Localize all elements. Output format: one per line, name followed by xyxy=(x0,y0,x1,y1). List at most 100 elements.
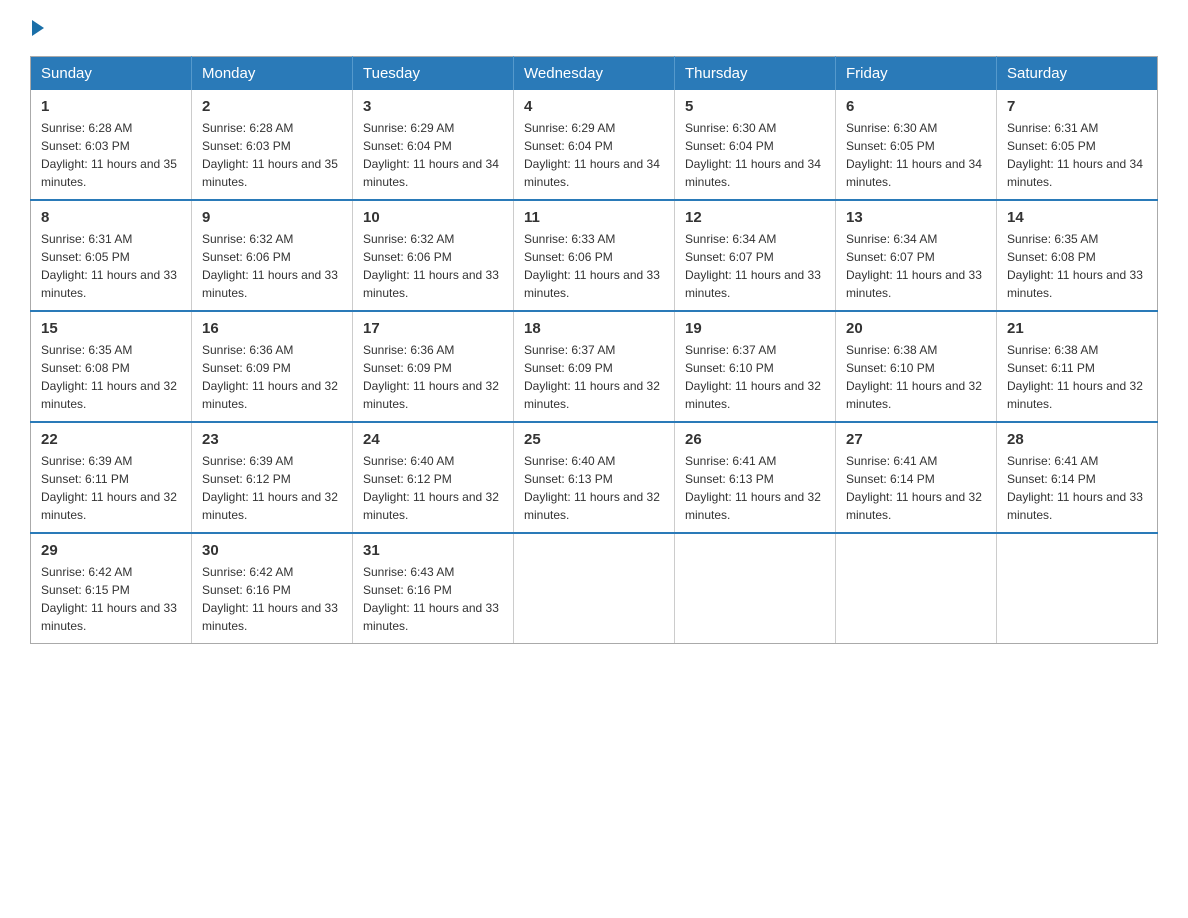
weekday-header-saturday: Saturday xyxy=(997,57,1158,91)
day-number: 13 xyxy=(846,209,986,226)
day-number: 8 xyxy=(41,209,181,226)
day-number: 30 xyxy=(202,542,342,559)
day-number: 18 xyxy=(524,320,664,337)
calendar-day-cell: 5 Sunrise: 6:30 AMSunset: 6:04 PMDaylight… xyxy=(675,90,836,200)
day-number: 28 xyxy=(1007,431,1147,448)
day-number: 12 xyxy=(685,209,825,226)
calendar-day-cell xyxy=(997,533,1158,644)
calendar-week-row: 8 Sunrise: 6:31 AMSunset: 6:05 PMDaylight… xyxy=(31,200,1158,311)
weekday-header-sunday: Sunday xyxy=(31,57,192,91)
day-info: Sunrise: 6:30 AMSunset: 6:05 PMDaylight:… xyxy=(846,119,986,191)
calendar-day-cell: 15Sunrise: 6:35 AMSunset: 6:08 PMDayligh… xyxy=(31,311,192,422)
day-number: 3 xyxy=(363,98,503,115)
calendar-day-cell: 25 Sunrise: 6:40 AMSunset: 6:13 PMDayligh… xyxy=(514,422,675,533)
calendar-day-cell: 29 Sunrise: 6:42 AMSunset: 6:15 PMDayligh… xyxy=(31,533,192,644)
day-number: 10 xyxy=(363,209,503,226)
calendar-day-cell: 21 Sunrise: 6:38 AMSunset: 6:11 PMDayligh… xyxy=(997,311,1158,422)
calendar-day-cell: 11 Sunrise: 6:33 AMSunset: 6:06 PMDayligh… xyxy=(514,200,675,311)
day-number: 21 xyxy=(1007,320,1147,337)
day-info: Sunrise: 6:39 AMSunset: 6:11 PMDaylight:… xyxy=(41,452,181,524)
weekday-header-monday: Monday xyxy=(192,57,353,91)
day-info: Sunrise: 6:38 AMSunset: 6:10 PMDaylight:… xyxy=(846,341,986,413)
weekday-header-thursday: Thursday xyxy=(675,57,836,91)
day-info: Sunrise: 6:37 AMSunset: 6:09 PMDaylight:… xyxy=(524,341,664,413)
calendar-day-cell: 22 Sunrise: 6:39 AMSunset: 6:11 PMDayligh… xyxy=(31,422,192,533)
day-info: Sunrise: 6:28 AMSunset: 6:03 PMDaylight:… xyxy=(202,119,342,191)
day-number: 15 xyxy=(41,320,181,337)
day-number: 24 xyxy=(363,431,503,448)
day-info: Sunrise: 6:43 AMSunset: 6:16 PMDaylight:… xyxy=(363,563,503,635)
day-info: Sunrise: 6:31 AMSunset: 6:05 PMDaylight:… xyxy=(1007,119,1147,191)
logo xyxy=(30,20,46,36)
day-number: 19 xyxy=(685,320,825,337)
day-info: Sunrise: 6:29 AMSunset: 6:04 PMDaylight:… xyxy=(524,119,664,191)
calendar-week-row: 22 Sunrise: 6:39 AMSunset: 6:11 PMDayligh… xyxy=(31,422,1158,533)
day-info: Sunrise: 6:37 AMSunset: 6:10 PMDaylight:… xyxy=(685,341,825,413)
calendar-day-cell: 2 Sunrise: 6:28 AMSunset: 6:03 PMDaylight… xyxy=(192,90,353,200)
day-number: 20 xyxy=(846,320,986,337)
calendar-table: SundayMondayTuesdayWednesdayThursdayFrid… xyxy=(30,56,1158,644)
day-info: Sunrise: 6:38 AMSunset: 6:11 PMDaylight:… xyxy=(1007,341,1147,413)
calendar-day-cell: 1 Sunrise: 6:28 AMSunset: 6:03 PMDaylight… xyxy=(31,90,192,200)
day-info: Sunrise: 6:36 AMSunset: 6:09 PMDaylight:… xyxy=(202,341,342,413)
calendar-day-cell xyxy=(836,533,997,644)
day-info: Sunrise: 6:41 AMSunset: 6:13 PMDaylight:… xyxy=(685,452,825,524)
day-info: Sunrise: 6:30 AMSunset: 6:04 PMDaylight:… xyxy=(685,119,825,191)
day-number: 14 xyxy=(1007,209,1147,226)
weekday-header-wednesday: Wednesday xyxy=(514,57,675,91)
day-number: 23 xyxy=(202,431,342,448)
calendar-day-cell: 8 Sunrise: 6:31 AMSunset: 6:05 PMDaylight… xyxy=(31,200,192,311)
calendar-day-cell xyxy=(514,533,675,644)
calendar-day-cell: 27Sunrise: 6:41 AMSunset: 6:14 PMDayligh… xyxy=(836,422,997,533)
calendar-week-row: 15Sunrise: 6:35 AMSunset: 6:08 PMDayligh… xyxy=(31,311,1158,422)
day-info: Sunrise: 6:29 AMSunset: 6:04 PMDaylight:… xyxy=(363,119,503,191)
calendar-day-cell: 7 Sunrise: 6:31 AMSunset: 6:05 PMDaylight… xyxy=(997,90,1158,200)
day-info: Sunrise: 6:32 AMSunset: 6:06 PMDaylight:… xyxy=(202,230,342,302)
day-number: 29 xyxy=(41,542,181,559)
calendar-day-cell: 28Sunrise: 6:41 AMSunset: 6:14 PMDayligh… xyxy=(997,422,1158,533)
calendar-day-cell: 18 Sunrise: 6:37 AMSunset: 6:09 PMDayligh… xyxy=(514,311,675,422)
calendar-day-cell: 9 Sunrise: 6:32 AMSunset: 6:06 PMDaylight… xyxy=(192,200,353,311)
day-info: Sunrise: 6:31 AMSunset: 6:05 PMDaylight:… xyxy=(41,230,181,302)
day-number: 2 xyxy=(202,98,342,115)
day-info: Sunrise: 6:34 AMSunset: 6:07 PMDaylight:… xyxy=(846,230,986,302)
day-number: 25 xyxy=(524,431,664,448)
day-number: 7 xyxy=(1007,98,1147,115)
calendar-day-cell: 24Sunrise: 6:40 AMSunset: 6:12 PMDayligh… xyxy=(353,422,514,533)
day-number: 5 xyxy=(685,98,825,115)
calendar-day-cell: 14Sunrise: 6:35 AMSunset: 6:08 PMDayligh… xyxy=(997,200,1158,311)
day-info: Sunrise: 6:41 AMSunset: 6:14 PMDaylight:… xyxy=(846,452,986,524)
calendar-day-cell: 16 Sunrise: 6:36 AMSunset: 6:09 PMDayligh… xyxy=(192,311,353,422)
calendar-header-row: SundayMondayTuesdayWednesdayThursdayFrid… xyxy=(31,57,1158,91)
calendar-day-cell: 17Sunrise: 6:36 AMSunset: 6:09 PMDayligh… xyxy=(353,311,514,422)
day-number: 11 xyxy=(524,209,664,226)
calendar-week-row: 29 Sunrise: 6:42 AMSunset: 6:15 PMDayligh… xyxy=(31,533,1158,644)
calendar-day-cell: 31 Sunrise: 6:43 AMSunset: 6:16 PMDayligh… xyxy=(353,533,514,644)
calendar-day-cell: 26 Sunrise: 6:41 AMSunset: 6:13 PMDayligh… xyxy=(675,422,836,533)
day-info: Sunrise: 6:42 AMSunset: 6:16 PMDaylight:… xyxy=(202,563,342,635)
day-number: 1 xyxy=(41,98,181,115)
day-info: Sunrise: 6:40 AMSunset: 6:13 PMDaylight:… xyxy=(524,452,664,524)
day-info: Sunrise: 6:33 AMSunset: 6:06 PMDaylight:… xyxy=(524,230,664,302)
calendar-day-cell xyxy=(675,533,836,644)
weekday-header-friday: Friday xyxy=(836,57,997,91)
day-number: 31 xyxy=(363,542,503,559)
day-number: 9 xyxy=(202,209,342,226)
day-info: Sunrise: 6:32 AMSunset: 6:06 PMDaylight:… xyxy=(363,230,503,302)
calendar-day-cell: 19 Sunrise: 6:37 AMSunset: 6:10 PMDayligh… xyxy=(675,311,836,422)
calendar-day-cell: 4 Sunrise: 6:29 AMSunset: 6:04 PMDaylight… xyxy=(514,90,675,200)
page-header xyxy=(30,20,1158,36)
calendar-day-cell: 10 Sunrise: 6:32 AMSunset: 6:06 PMDayligh… xyxy=(353,200,514,311)
day-info: Sunrise: 6:42 AMSunset: 6:15 PMDaylight:… xyxy=(41,563,181,635)
day-number: 16 xyxy=(202,320,342,337)
calendar-day-cell: 6 Sunrise: 6:30 AMSunset: 6:05 PMDaylight… xyxy=(836,90,997,200)
day-number: 26 xyxy=(685,431,825,448)
weekday-header-tuesday: Tuesday xyxy=(353,57,514,91)
day-info: Sunrise: 6:28 AMSunset: 6:03 PMDaylight:… xyxy=(41,119,181,191)
day-info: Sunrise: 6:39 AMSunset: 6:12 PMDaylight:… xyxy=(202,452,342,524)
day-info: Sunrise: 6:34 AMSunset: 6:07 PMDaylight:… xyxy=(685,230,825,302)
day-number: 22 xyxy=(41,431,181,448)
day-number: 4 xyxy=(524,98,664,115)
day-number: 6 xyxy=(846,98,986,115)
calendar-day-cell: 13 Sunrise: 6:34 AMSunset: 6:07 PMDayligh… xyxy=(836,200,997,311)
